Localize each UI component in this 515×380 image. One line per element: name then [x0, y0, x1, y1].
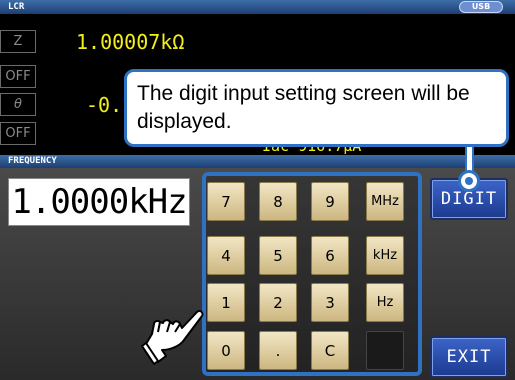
- key-mhz[interactable]: MHz: [366, 182, 404, 221]
- mode-title-bar: LCR USB: [0, 0, 515, 14]
- param-box-4[interactable]: OFF: [0, 122, 36, 145]
- key-9[interactable]: 9: [311, 182, 349, 221]
- key-6[interactable]: 6: [311, 236, 349, 275]
- key-2[interactable]: 2: [259, 283, 297, 322]
- exit-button[interactable]: EXIT: [430, 336, 508, 378]
- usb-badge: USB: [459, 1, 503, 13]
- key-7[interactable]: 7: [207, 182, 245, 221]
- param-box-3[interactable]: θ: [0, 93, 36, 116]
- param-box-2[interactable]: OFF: [0, 65, 36, 88]
- key-khz[interactable]: kHz: [366, 236, 404, 275]
- measurement-value-1: 1.00007kΩ: [76, 30, 185, 54]
- pointing-hand-icon: [141, 309, 204, 365]
- key-4[interactable]: 4: [207, 236, 245, 275]
- param-box-1[interactable]: Z: [0, 30, 36, 53]
- key-3[interactable]: 3: [311, 283, 349, 322]
- instrument-screen: LCR USB Z OFF θ OFF 1.00007kΩ -0. Iac 91…: [0, 0, 515, 380]
- key-clear[interactable]: C: [311, 331, 349, 370]
- measurement-value-3: -0.: [86, 93, 123, 117]
- key-hz[interactable]: Hz: [366, 283, 404, 322]
- callout-target-dot-icon: [458, 170, 480, 192]
- key-blank: [366, 331, 404, 370]
- instruction-callout: The digit input setting screen will be d…: [124, 69, 509, 147]
- key-decimal[interactable]: .: [259, 331, 297, 370]
- key-5[interactable]: 5: [259, 236, 297, 275]
- frequency-section-bar: FREQUENCY: [0, 155, 515, 168]
- key-8[interactable]: 8: [259, 182, 297, 221]
- frequency-display: 1.0000kHz: [8, 178, 190, 226]
- mode-label: LCR: [8, 2, 25, 12]
